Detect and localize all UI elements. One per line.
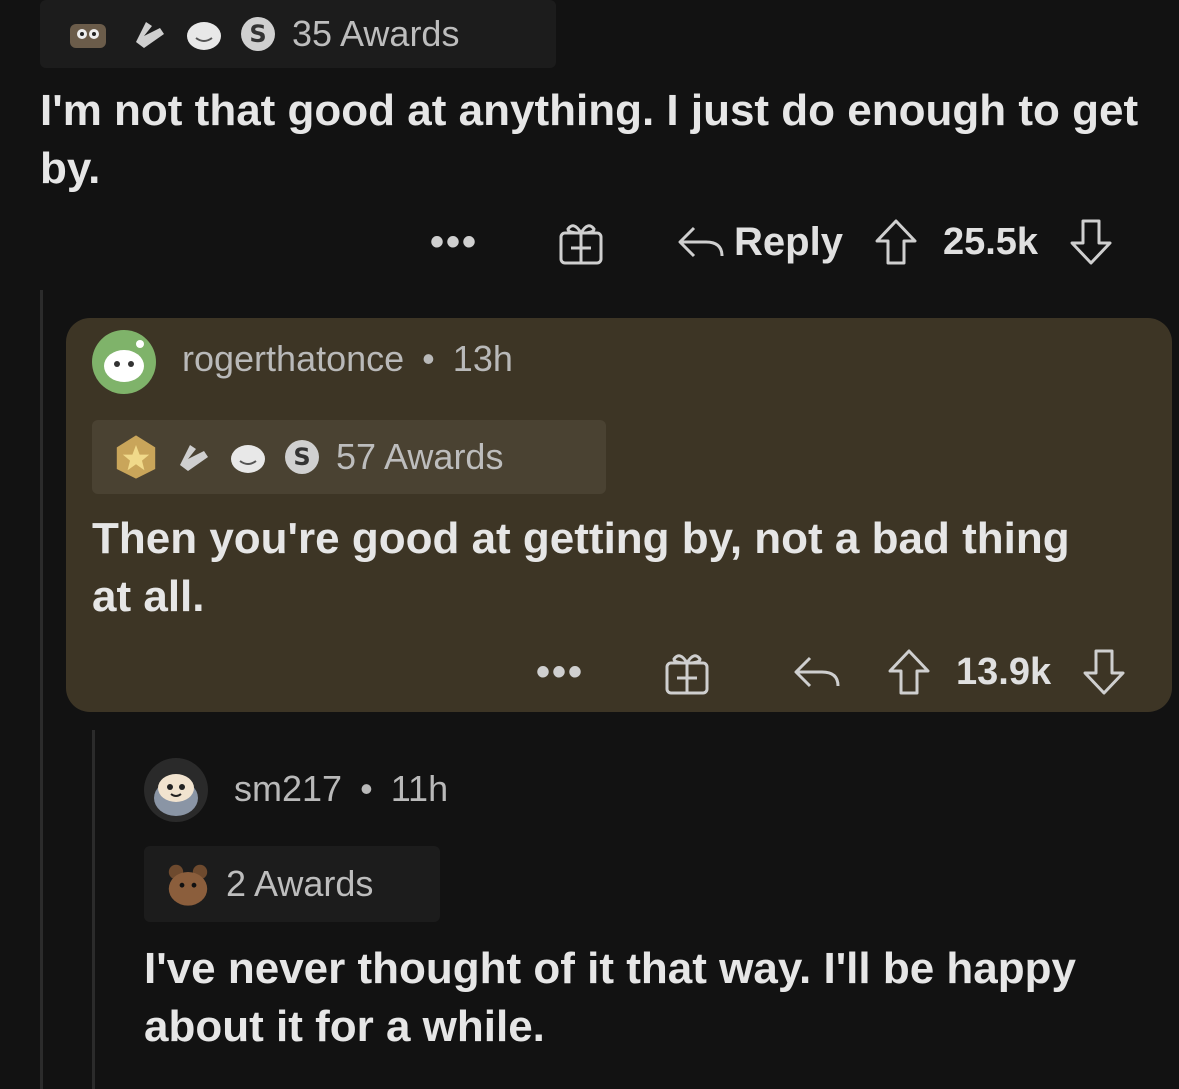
snoo-avatar-icon — [154, 774, 198, 816]
wholesome-award-icon — [231, 445, 265, 473]
score: 13.9k — [956, 650, 1052, 693]
upvote-arrow-icon[interactable] — [873, 217, 919, 267]
timestamp: 11h — [390, 768, 449, 809]
reply-arrow-icon[interactable] — [792, 652, 842, 692]
awards-count: 2 Awards — [226, 863, 374, 904]
comment-body: I'm not that good at anything. I just do… — [40, 86, 1139, 193]
svg-text:S: S — [249, 20, 266, 48]
downvote-arrow-icon[interactable] — [1081, 647, 1127, 697]
reply-button[interactable]: Reply — [676, 220, 843, 265]
awards-bar[interactable]: S 35 Awards — [40, 0, 556, 68]
svg-text:S: S — [293, 443, 310, 471]
thread-line-2[interactable] — [92, 730, 95, 1089]
reply-arrow-icon — [678, 226, 724, 258]
gift-icon[interactable] — [556, 217, 606, 267]
awards-count: 35 Awards — [292, 13, 460, 54]
silver-award-icon: S — [241, 17, 275, 51]
username-link[interactable]: rogerthatonce — [182, 338, 404, 379]
silver-award-icon: S — [285, 440, 319, 474]
gift-icon[interactable] — [662, 647, 712, 697]
upvote-arrow-icon[interactable] — [886, 647, 932, 697]
snoo-avatar-icon — [104, 340, 144, 382]
more-icon[interactable]: ••• — [536, 650, 584, 695]
awards-count: 57 Awards — [336, 436, 504, 477]
score: 25.5k — [942, 220, 1039, 263]
robot-award-icon — [70, 24, 106, 48]
comment-body: I've never thought of it that way. I'll … — [144, 944, 1076, 1051]
gold-award-icon — [116, 435, 156, 479]
avatar[interactable] — [92, 330, 156, 394]
meta-separator: • — [422, 338, 435, 379]
comment-meta: rogerthatonce • 13h — [182, 338, 513, 380]
helpful-award-icon — [180, 445, 208, 471]
comment-body: Then you're good at getting by, not a ba… — [92, 514, 1070, 621]
reply-label: Reply — [734, 219, 843, 264]
bear-award-icon — [168, 864, 208, 906]
comment-actions: ••• 13.9k — [536, 642, 1127, 702]
helpful-award-icon — [136, 22, 164, 48]
avatar[interactable] — [144, 758, 208, 822]
timestamp: 13h — [452, 338, 513, 379]
meta-separator: • — [360, 768, 373, 809]
more-icon[interactable]: ••• — [430, 220, 478, 265]
awards-bar[interactable]: S 57 Awards — [92, 420, 606, 494]
wholesome-award-icon — [187, 22, 221, 50]
comment-actions: ••• Reply 25.5k — [430, 210, 1114, 274]
username-link[interactable]: sm217 — [234, 768, 342, 809]
thread-line-1[interactable] — [40, 290, 43, 1089]
comment-meta: sm217 • 11h — [234, 768, 448, 810]
awards-bar[interactable]: 2 Awards — [144, 846, 440, 922]
downvote-arrow-icon[interactable] — [1068, 217, 1114, 267]
